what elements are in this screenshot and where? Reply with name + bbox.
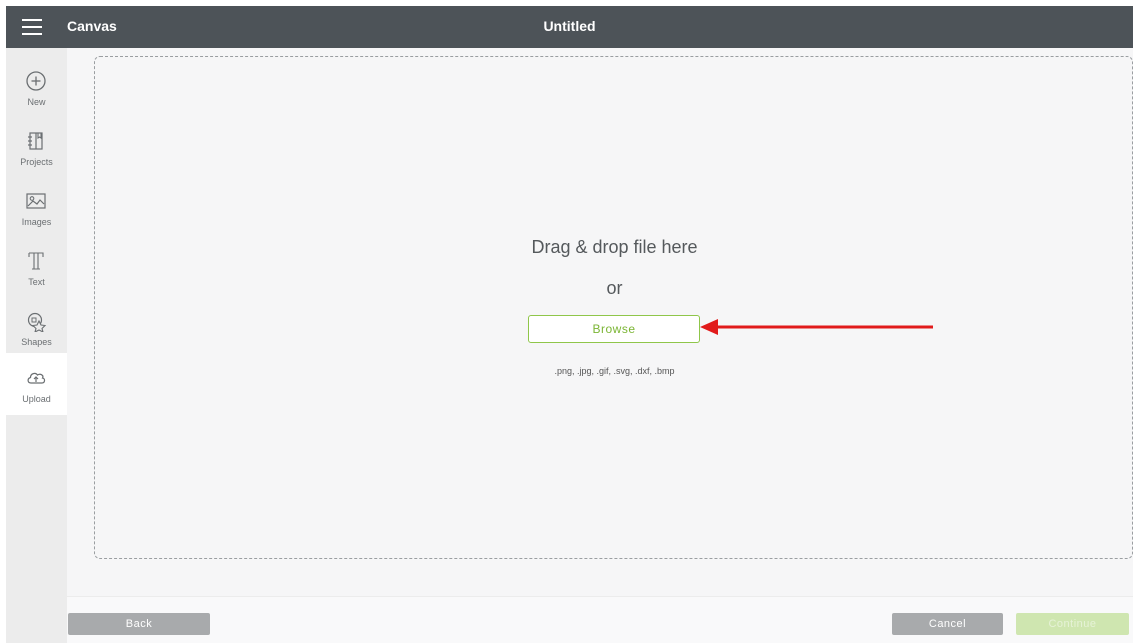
sidebar-item-text[interactable]: Text [6,238,67,298]
bottom-bar: Back Cancel Continue [67,596,1133,643]
sidebar-item-label: New [27,97,46,107]
sidebar: New Projects Images Text Shapes Upload [6,48,67,643]
projects-icon [28,132,43,150]
image-icon [26,193,46,209]
document-title: Untitled [543,18,596,34]
or-separator: or [606,278,623,298]
sidebar-item-label: Projects [20,157,53,167]
upload-drop-zone[interactable]: Drag & drop file here or Browse .png, .j… [94,56,1133,559]
supported-formats: .png, .jpg, .gif, .svg, .dxf, .bmp [554,366,675,376]
shapes-icon [27,312,47,332]
red-arrow-icon [700,319,933,335]
app-window: Canvas Untitled New Projects Images Text… [6,6,1133,643]
sidebar-item-label: Text [28,277,45,287]
sidebar-item-label: Images [21,217,52,227]
sidebar-item-upload[interactable]: Upload [6,353,67,415]
back-button[interactable]: Back [68,613,210,635]
drag-drop-text: Drag & drop file here [531,237,698,257]
text-icon [28,252,44,270]
cancel-button[interactable]: Cancel [892,613,1003,635]
continue-button[interactable]: Continue [1016,613,1129,635]
cloud-upload-icon [27,372,46,384]
plus-circle-icon [26,71,46,91]
sidebar-item-projects[interactable]: Projects [6,118,67,178]
sidebar-item-shapes[interactable]: Shapes [6,298,67,358]
sidebar-item-label: Shapes [21,337,52,347]
sidebar-item-new[interactable]: New [6,58,67,118]
top-bar: Canvas Untitled [6,6,1133,48]
sidebar-item-label: Upload [22,394,51,404]
browse-button[interactable]: Browse [528,315,700,343]
sidebar-item-images[interactable]: Images [6,178,67,238]
